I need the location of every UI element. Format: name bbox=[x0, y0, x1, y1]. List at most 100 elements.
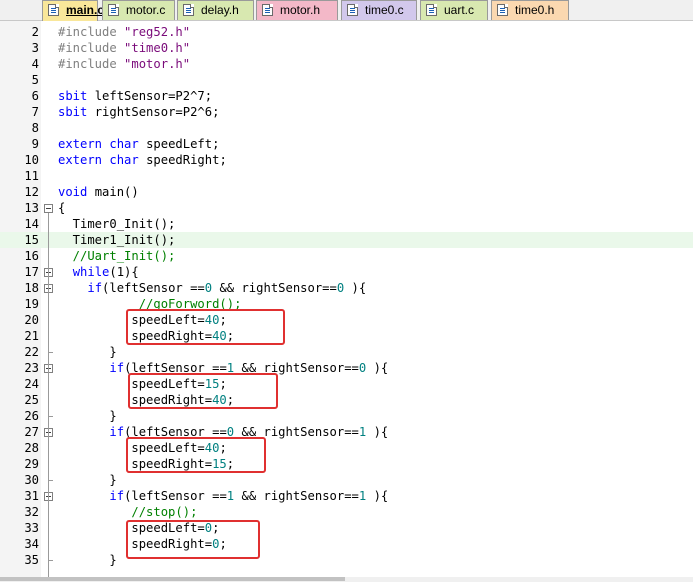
line-number: 33 bbox=[24, 521, 39, 535]
code-text: } bbox=[58, 473, 117, 487]
tab-time0-h[interactable]: time0.h bbox=[491, 0, 569, 20]
code-line[interactable]: 5 bbox=[0, 72, 693, 88]
code-line[interactable]: 22 } bbox=[0, 344, 693, 360]
tab-uart-c[interactable]: uart.c bbox=[420, 0, 488, 20]
file-tab-bar: main.c motor.c delay.h motor.h time0.c u… bbox=[0, 0, 693, 21]
code-text: if(leftSensor ==1 && rightSensor==1 ){ bbox=[109, 489, 389, 503]
line-number: 22 bbox=[24, 345, 39, 359]
code-line[interactable]: 34 speedRight=0; bbox=[0, 536, 693, 552]
line-number: 2 bbox=[31, 25, 39, 39]
code-text: Timer1_Init(); bbox=[58, 233, 176, 247]
tab-label: uart.c bbox=[444, 3, 475, 17]
file-icon bbox=[183, 4, 194, 16]
code-line[interactable]: 15 Timer1_Init(); bbox=[0, 232, 693, 248]
code-text: extern char speedLeft; bbox=[58, 137, 220, 151]
code-line[interactable]: 3 #include "time0.h" bbox=[0, 40, 693, 56]
code-line[interactable]: 32 //stop(); bbox=[0, 504, 693, 520]
code-text: #include "reg52.h" bbox=[58, 25, 191, 39]
tab-label: main.c bbox=[66, 3, 105, 17]
line-number: 16 bbox=[24, 249, 39, 263]
code-line[interactable]: 7 sbit rightSensor=P2^6; bbox=[0, 104, 693, 120]
fold-end-marker bbox=[48, 560, 53, 561]
code-line[interactable]: 24 speedLeft=15; bbox=[0, 376, 693, 392]
code-line[interactable]: 11 bbox=[0, 168, 693, 184]
line-number: 31 bbox=[24, 489, 39, 503]
tab-label: delay.h bbox=[201, 3, 239, 17]
line-number: 4 bbox=[31, 57, 39, 71]
line-number: 30 bbox=[24, 473, 39, 487]
fold-end-marker bbox=[48, 416, 53, 417]
tab-label: time0.h bbox=[515, 3, 555, 17]
fold-end-marker bbox=[48, 352, 53, 353]
line-number: 21 bbox=[24, 329, 39, 343]
line-number: 10 bbox=[24, 153, 39, 167]
code-line[interactable]: 4 #include "motor.h" bbox=[0, 56, 693, 72]
annotation-box bbox=[126, 309, 285, 345]
code-line[interactable]: 19 //goForword(); bbox=[0, 296, 693, 312]
fold-toggle-icon[interactable] bbox=[44, 204, 53, 213]
annotation-box bbox=[126, 437, 266, 473]
line-number: 11 bbox=[24, 169, 39, 183]
file-icon bbox=[497, 4, 508, 16]
line-number: 20 bbox=[24, 313, 39, 327]
code-line[interactable]: 33 speedLeft=0; bbox=[0, 520, 693, 536]
scrollbar-thumb[interactable] bbox=[0, 577, 345, 581]
line-number: 17 bbox=[24, 265, 39, 279]
code-editor[interactable]: 2 #include "reg52.h" 3 #include "time0.h" 4 #… bbox=[0, 21, 693, 577]
code-line[interactable]: 26 } bbox=[0, 408, 693, 424]
code-text: } bbox=[58, 345, 117, 359]
code-line[interactable]: 14 Timer0_Init(); bbox=[0, 216, 693, 232]
line-number: 26 bbox=[24, 409, 39, 423]
code-line[interactable]: 16 //Uart_Init(); bbox=[0, 248, 693, 264]
code-text: } bbox=[58, 409, 117, 423]
code-line[interactable]: 29 speedRight=15; bbox=[0, 456, 693, 472]
code-line[interactable]: 20 speedLeft=40; bbox=[0, 312, 693, 328]
code-line[interactable]: 18 if(leftSensor ==0 && rightSensor==0 )… bbox=[0, 280, 693, 296]
line-number: 9 bbox=[31, 137, 39, 151]
code-line[interactable]: 12 void main() bbox=[0, 184, 693, 200]
code-line[interactable]: 23 if(leftSensor ==1 && rightSensor==0 )… bbox=[0, 360, 693, 376]
code-text: //stop(); bbox=[58, 505, 198, 519]
code-line[interactable]: 8 bbox=[0, 120, 693, 136]
code-line[interactable]: 28 speedLeft=40; bbox=[0, 440, 693, 456]
file-icon bbox=[262, 4, 273, 16]
line-number: 3 bbox=[31, 41, 39, 55]
tab-motor-c[interactable]: motor.c bbox=[102, 0, 175, 20]
line-number: 7 bbox=[31, 105, 39, 119]
tab-delay-h[interactable]: delay.h bbox=[177, 0, 254, 20]
tab-label: time0.c bbox=[365, 3, 404, 17]
fold-guide bbox=[48, 213, 49, 577]
code-line[interactable]: 31 if(leftSensor ==1 && rightSensor==1 )… bbox=[0, 488, 693, 504]
tab-label: motor.h bbox=[280, 3, 321, 17]
line-number: 13 bbox=[24, 201, 39, 215]
code-line[interactable]: 2 #include "reg52.h" bbox=[0, 24, 693, 40]
code-text: while(1){ bbox=[72, 265, 139, 279]
code-text: } bbox=[58, 553, 117, 567]
tab-main-c[interactable]: main.c bbox=[42, 0, 104, 21]
code-line[interactable]: 21 speedRight=40; bbox=[0, 328, 693, 344]
code-line[interactable]: 9 extern char speedLeft; bbox=[0, 136, 693, 152]
code-line[interactable]: 17 while(1){ bbox=[0, 264, 693, 280]
annotation-box bbox=[128, 373, 278, 409]
code-line[interactable]: 10 extern char speedRight; bbox=[0, 152, 693, 168]
code-line[interactable]: 13 { bbox=[0, 200, 693, 216]
code-text: sbit rightSensor=P2^6; bbox=[58, 105, 220, 119]
line-number: 32 bbox=[24, 505, 39, 519]
line-number: 5 bbox=[31, 73, 39, 87]
horizontal-scrollbar[interactable] bbox=[0, 577, 693, 582]
tab-time0-c[interactable]: time0.c bbox=[341, 0, 417, 20]
line-number: 19 bbox=[24, 297, 39, 311]
line-number: 25 bbox=[24, 393, 39, 407]
tab-motor-h[interactable]: motor.h bbox=[256, 0, 338, 20]
code-line[interactable]: 30 } bbox=[0, 472, 693, 488]
line-number: 34 bbox=[24, 537, 39, 551]
code-text: #include "motor.h" bbox=[58, 57, 191, 71]
code-text: //Uart_Init(); bbox=[58, 249, 176, 263]
code-line[interactable]: 35 } bbox=[0, 552, 693, 568]
code-line[interactable]: 27 if(leftSensor ==0 && rightSensor==1 )… bbox=[0, 424, 693, 440]
tab-label: motor.c bbox=[126, 3, 166, 17]
code-line[interactable]: 25 speedRight=40; bbox=[0, 392, 693, 408]
code-text: extern char speedRight; bbox=[58, 153, 227, 167]
code-line[interactable]: 6 sbit leftSensor=P2^7; bbox=[0, 88, 693, 104]
line-number: 24 bbox=[24, 377, 39, 391]
